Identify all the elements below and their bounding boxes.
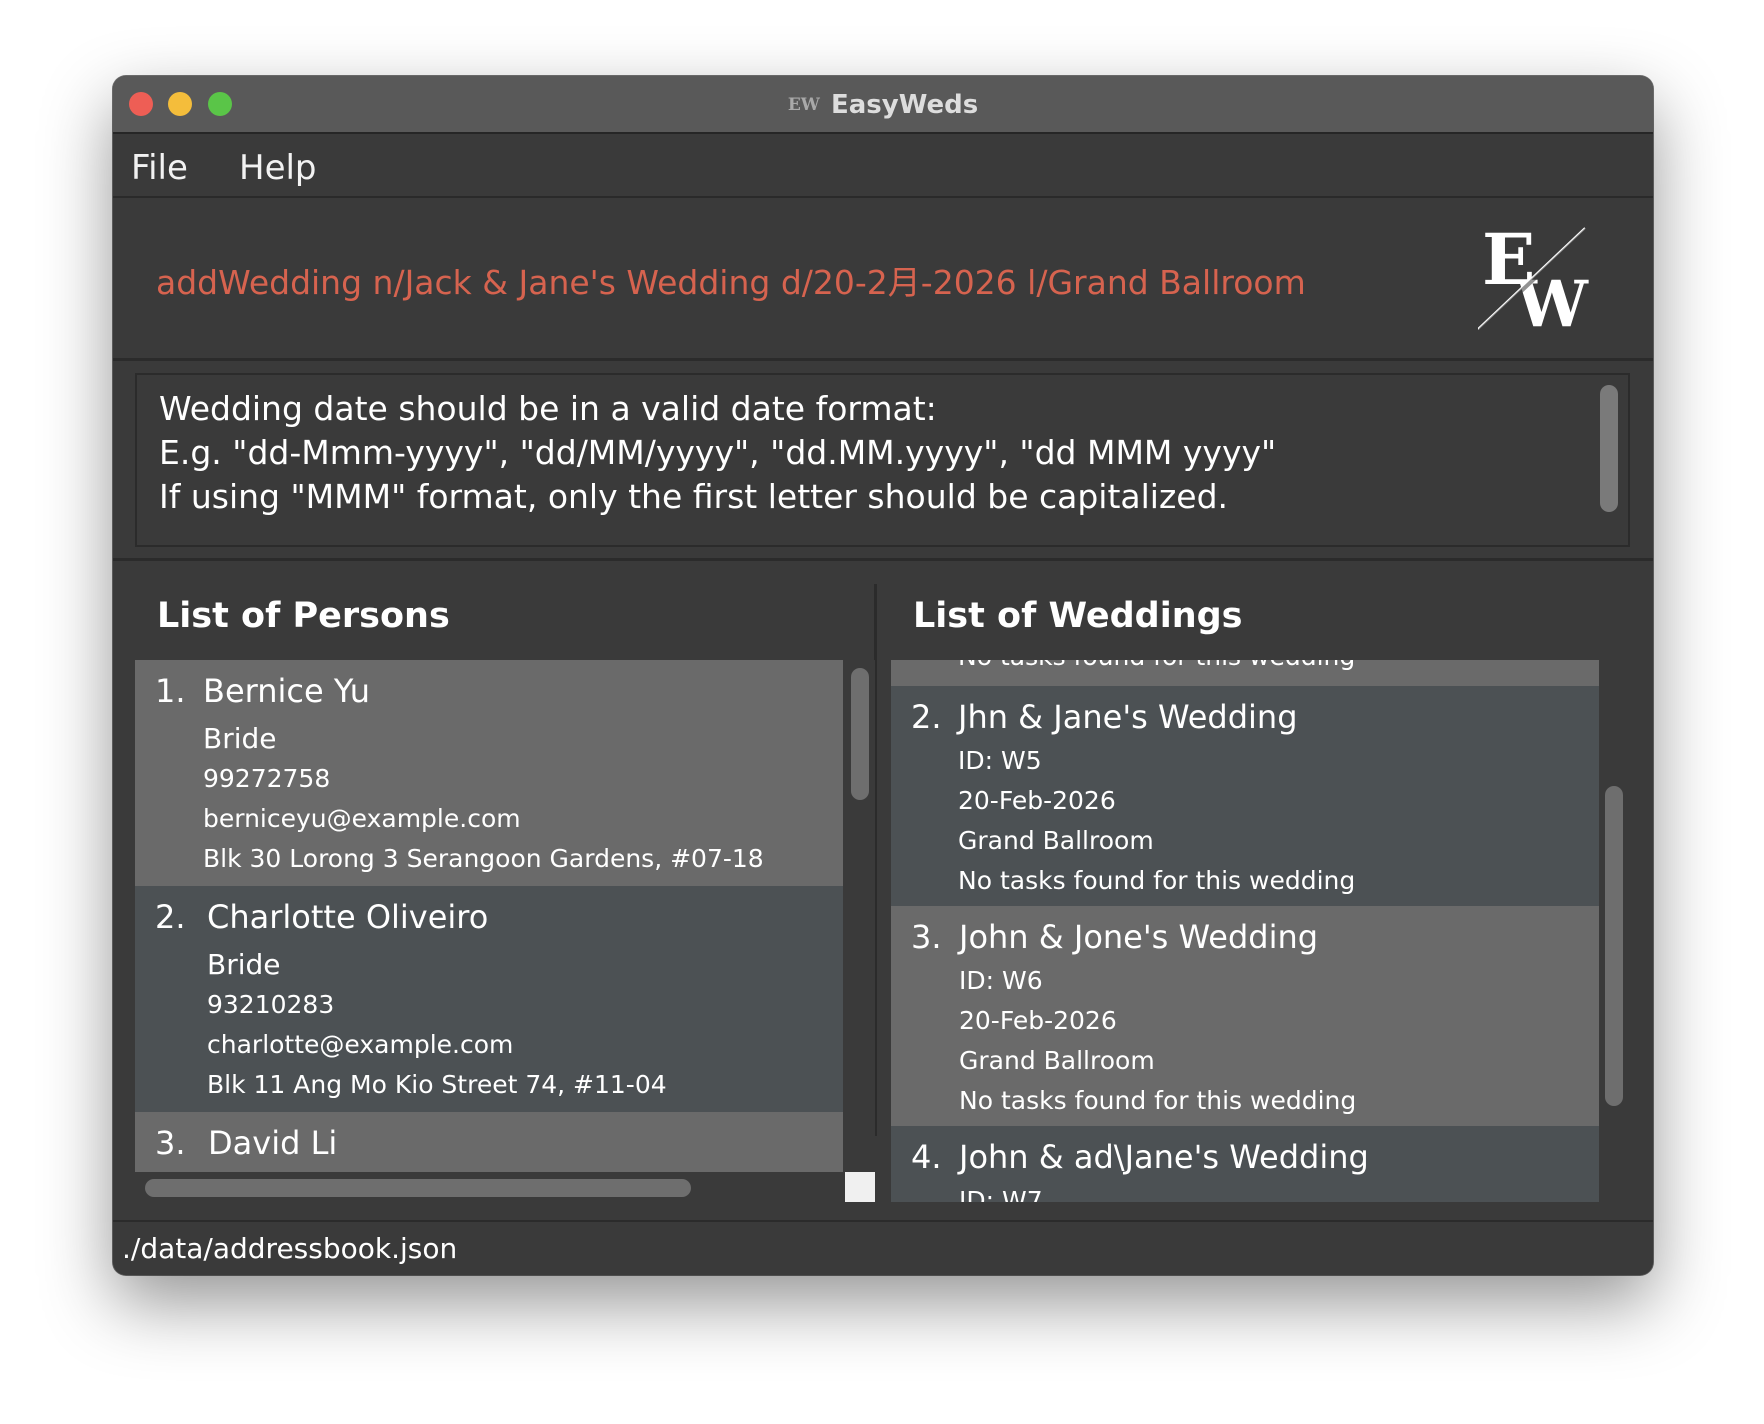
command-input[interactable]: addWedding n/Jack & Jane's Wedding d/20-… bbox=[156, 256, 1306, 304]
wedding-tasks: No tasks found for this wedding bbox=[958, 866, 1356, 895]
wedding-tasks: No tasks found for this wedding bbox=[958, 660, 1355, 671]
person-email: charlotte@example.com bbox=[207, 1030, 514, 1059]
wedding-venue: Grand Ballroom bbox=[958, 826, 1154, 855]
person-phone: 99272758 bbox=[203, 764, 331, 793]
wedding-card-partial[interactable]: No tasks found for this wedding bbox=[891, 660, 1599, 686]
menu-bar: File Help bbox=[113, 134, 1653, 198]
person-card[interactable]: 1. Bernice Yu Bride 99272758 berniceyu@e… bbox=[135, 660, 843, 886]
window-title: EasyWeds bbox=[830, 89, 979, 120]
person-name: Charlotte Oliveiro bbox=[207, 898, 489, 936]
title-bar[interactable]: EW EasyWeds bbox=[113, 76, 1653, 134]
wedding-date: 20-Feb-2026 bbox=[959, 1006, 1117, 1035]
persons-scroll-thumb[interactable] bbox=[851, 668, 869, 800]
weddings-scroll-thumb[interactable] bbox=[1605, 786, 1623, 1106]
wedding-venue: Grand Ballroom bbox=[959, 1046, 1155, 1075]
status-bar: ./data/addressbook.json bbox=[113, 1220, 1653, 1275]
person-name: David Li bbox=[208, 1124, 338, 1162]
menu-file[interactable]: File bbox=[131, 148, 188, 188]
scroll-corner bbox=[845, 1172, 875, 1202]
wedding-index: 4. bbox=[911, 1138, 942, 1176]
weddings-list[interactable]: No tasks found for this wedding 2. Jhn &… bbox=[891, 660, 1599, 1202]
persons-list[interactable]: 1. Bernice Yu Bride 99272758 berniceyu@e… bbox=[135, 660, 843, 1172]
wedding-name: John & ad\Jane's Wedding bbox=[959, 1138, 1369, 1176]
app-window: EW EasyWeds File Help addWedding n/Jack … bbox=[113, 76, 1653, 1275]
person-address: Blk 30 Lorong 3 Serangoon Gardens, #07-1… bbox=[203, 844, 764, 873]
menu-help[interactable]: Help bbox=[239, 148, 317, 188]
result-display: Wedding date should be in a valid date f… bbox=[135, 373, 1630, 547]
wedding-id: ID: W7 bbox=[959, 1186, 1043, 1202]
wedding-index: 2. bbox=[911, 698, 942, 736]
window-title-group: EW EasyWeds bbox=[113, 88, 1653, 120]
save-file-path: ./data/addressbook.json bbox=[122, 1232, 458, 1265]
easyweds-logo-icon: E W bbox=[1478, 226, 1589, 330]
result-line: Wedding date should be in a valid date f… bbox=[159, 389, 937, 428]
person-card[interactable]: 3. David Li bbox=[135, 1112, 843, 1172]
wedding-tasks: No tasks found for this wedding bbox=[959, 1086, 1357, 1115]
person-phone: 93210283 bbox=[207, 990, 335, 1019]
wedding-card[interactable]: 4. John & ad\Jane's Wedding ID: W7 bbox=[891, 1126, 1599, 1202]
person-index: 3. bbox=[155, 1124, 186, 1162]
wedding-card[interactable]: 2. Jhn & Jane's Wedding ID: W5 20-Feb-20… bbox=[891, 686, 1599, 906]
result-line: E.g. "dd-Mmm-yyyy", "dd/MM/yyyy", "dd.MM… bbox=[159, 433, 1277, 472]
section-divider bbox=[113, 558, 1653, 561]
wedding-card[interactable]: 3. John & Jone's Wedding ID: W6 20-Feb-2… bbox=[891, 906, 1599, 1126]
persons-horizontal-scroll-thumb[interactable] bbox=[145, 1179, 691, 1197]
wedding-date: 20-Feb-2026 bbox=[958, 786, 1116, 815]
person-index: 1. bbox=[155, 672, 186, 710]
command-box[interactable]: addWedding n/Jack & Jane's Wedding d/20-… bbox=[113, 198, 1653, 361]
person-name: Bernice Yu bbox=[203, 672, 371, 710]
person-email: berniceyu@example.com bbox=[203, 804, 521, 833]
person-role: Bride bbox=[203, 722, 277, 755]
wedding-index: 3. bbox=[911, 918, 942, 956]
result-scrollbar[interactable] bbox=[1600, 385, 1618, 512]
person-card[interactable]: 2. Charlotte Oliveiro Bride 93210283 cha… bbox=[135, 886, 843, 1112]
result-line: If using "MMM" format, only the first le… bbox=[159, 477, 1229, 516]
weddings-panel-title: List of Weddings bbox=[913, 596, 1243, 636]
persons-panel-title: List of Persons bbox=[157, 596, 450, 636]
wedding-name: John & Jone's Wedding bbox=[959, 918, 1319, 956]
person-role: Bride bbox=[207, 948, 281, 981]
app-logo-icon: EW bbox=[787, 94, 820, 115]
person-address: Blk 11 Ang Mo Kio Street 74, #11-04 bbox=[207, 1070, 667, 1099]
wedding-id: ID: W5 bbox=[958, 746, 1042, 775]
wedding-name: Jhn & Jane's Wedding bbox=[958, 698, 1298, 736]
person-index: 2. bbox=[155, 898, 186, 936]
svg-text:W: W bbox=[1515, 267, 1589, 330]
wedding-id: ID: W6 bbox=[959, 966, 1043, 995]
